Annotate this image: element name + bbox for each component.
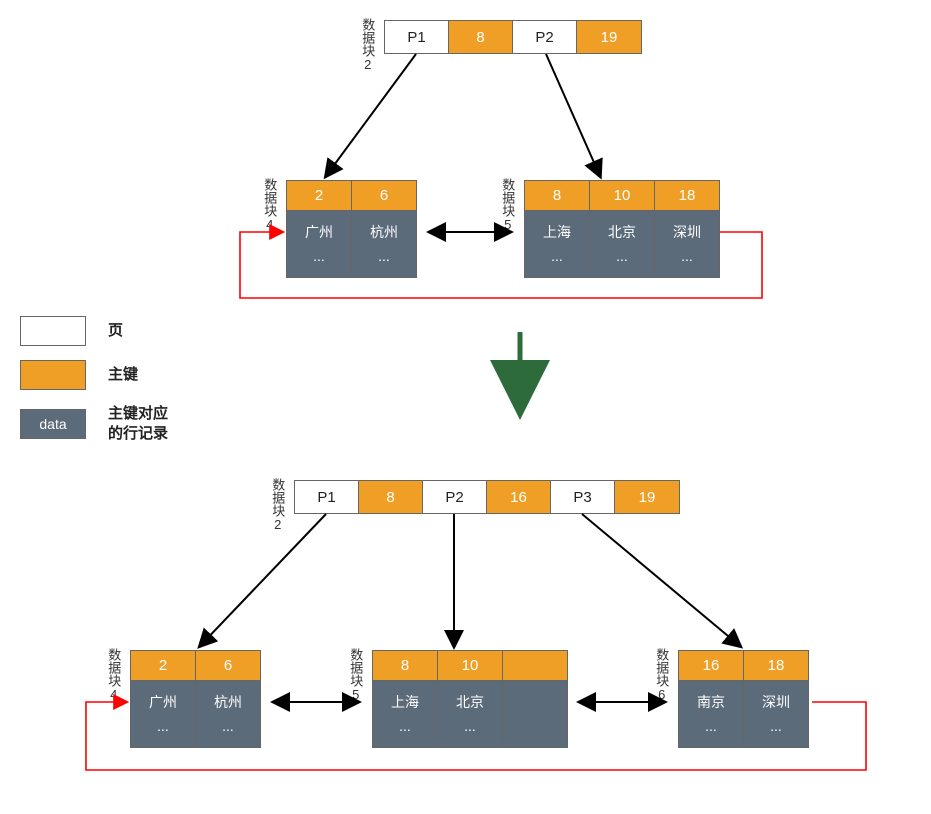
label-block5-bottom: 数据块5 [348,648,362,702]
leaf-col: 10 北京... [590,181,655,277]
leaf-col: 8 上海... [373,651,438,747]
leaf-key: 2 [131,651,195,681]
root-cell-p2: P2 [423,481,487,513]
leaf-node-5-bottom: 8 上海... 10 北京... [372,650,568,748]
leaf-data: 深圳... [655,211,719,277]
leaf-key: 6 [196,651,260,681]
root-cell-k2: 19 [577,21,641,53]
leaf-col: 18 深圳... [744,651,808,747]
leaf-col: 18 深圳... [655,181,719,277]
leaf-data: 北京... [590,211,654,277]
leaf-key: 10 [438,651,502,681]
leaf-node-5-top: 8 上海... 10 北京... 18 深圳... [524,180,720,278]
leaf-key [503,651,567,681]
leaf-data: 深圳... [744,681,808,747]
leaf-key: 16 [679,651,743,681]
leaf-key: 8 [525,181,589,211]
root-cell-k3: 19 [615,481,679,513]
leaf-data [503,681,567,747]
legend-text-data: 主键对应 的行记录 [108,404,168,443]
label-block2-bottom: 数据块2 [270,478,284,532]
leaf-data: 上海... [373,681,437,747]
leaf-key: 2 [287,181,351,211]
diagram-canvas: { "legend": { "page": "页", "key": "主键", … [0,0,931,814]
legend: 页 主键 data 主键对应 的行记录 [20,316,168,457]
leaf-key: 8 [373,651,437,681]
leaf-data: 杭州... [352,211,416,277]
leaf-col: 8 上海... [525,181,590,277]
leaf-node-6-bottom: 16 南京... 18 深圳... [678,650,809,748]
leaf-key: 6 [352,181,416,211]
root-cell-p1: P1 [295,481,359,513]
leaf-node-4-bottom: 2 广州... 6 杭州... [130,650,261,748]
leaf-col: 2 广州... [131,651,196,747]
legend-row-data: data 主键对应 的行记录 [20,404,168,443]
root-cell-k1: 8 [359,481,423,513]
leaf-data: 上海... [525,211,589,277]
legend-swatch-data: data [20,409,86,439]
leaf-key: 18 [655,181,719,211]
legend-row-page: 页 [20,316,168,346]
leaf-col: 2 广州... [287,181,352,277]
leaf-col: 6 杭州... [196,651,260,747]
leaf-col [503,651,567,747]
label-block6-bottom: 数据块6 [654,648,668,702]
label-block5-top: 数据块5 [500,178,514,232]
leaf-node-4-top: 2 广州... 6 杭州... [286,180,417,278]
label-block4-bottom: 数据块4 [106,648,120,702]
leaf-data: 南京... [679,681,743,747]
root-cell-k2: 16 [487,481,551,513]
root-node-bottom: P1 8 P2 16 P3 19 [294,480,680,514]
legend-text-page: 页 [108,321,123,341]
leaf-data: 杭州... [196,681,260,747]
leaf-key: 10 [590,181,654,211]
legend-swatch-key [20,360,86,390]
legend-row-key: 主键 [20,360,168,390]
leaf-data: 北京... [438,681,502,747]
legend-text-key: 主键 [108,365,138,385]
root-cell-p1: P1 [385,21,449,53]
root-cell-p2: P2 [513,21,577,53]
label-block2-top: 数据块2 [360,18,374,72]
leaf-col: 16 南京... [679,651,744,747]
leaf-data: 广州... [287,211,351,277]
leaf-key: 18 [744,651,808,681]
root-cell-p3: P3 [551,481,615,513]
label-block4-top: 数据块4 [262,178,276,232]
leaf-col: 10 北京... [438,651,503,747]
root-node-top: P1 8 P2 19 [384,20,642,54]
root-cell-k1: 8 [449,21,513,53]
legend-swatch-page [20,316,86,346]
leaf-data: 广州... [131,681,195,747]
leaf-col: 6 杭州... [352,181,416,277]
